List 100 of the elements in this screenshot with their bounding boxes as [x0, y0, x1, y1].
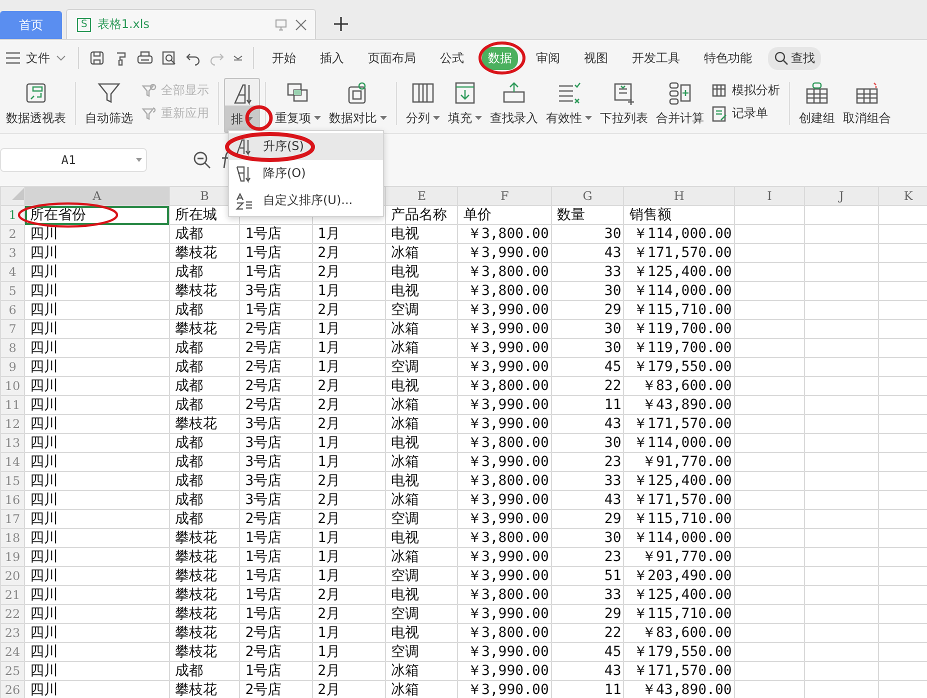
ribbon-button[interactable]: 查找录入 — [486, 78, 542, 133]
table-cell: ￥3,990.00 — [467, 511, 549, 527]
save-icon[interactable] — [89, 50, 105, 66]
column-header[interactable]: F — [458, 186, 552, 206]
caret-icon — [56, 55, 66, 61]
caret-icon — [246, 117, 253, 122]
table-cell: 22 — [604, 378, 622, 394]
row-number[interactable]: 22 — [0, 604, 25, 624]
table-cell: ￥114,000.00 — [634, 530, 732, 546]
table-cell: 四川 — [30, 549, 58, 565]
row-number[interactable]: 7 — [0, 320, 25, 338]
ribbon-button[interactable]: 自动筛选 — [81, 78, 137, 133]
column-header[interactable]: H — [624, 186, 734, 206]
row-number[interactable]: 19 — [0, 548, 25, 566]
table-cell: ￥3,990.00 — [467, 644, 549, 660]
column-header[interactable]: J — [804, 186, 878, 206]
function-icon[interactable] — [221, 151, 231, 169]
row-number[interactable]: 16 — [0, 490, 25, 510]
table-cell: ￥3,800.00 — [467, 473, 549, 489]
record-form-icon — [712, 106, 728, 122]
monitor-icon[interactable] — [275, 18, 287, 30]
table-cell: 四川 — [30, 587, 58, 603]
new-tab-icon[interactable] — [334, 17, 348, 31]
row-number[interactable]: 9 — [0, 358, 25, 376]
ribbon-tab[interactable]: 特色功能 — [698, 46, 758, 70]
close-icon[interactable] — [295, 18, 307, 30]
ribbon-button[interactable]: 下拉列表 — [596, 78, 652, 133]
table-cell: 1号店 — [245, 663, 282, 679]
ribbon-button[interactable]: 创建组 — [795, 78, 839, 133]
table-cell: 四川 — [30, 245, 58, 261]
table-cell: 成都 — [174, 340, 203, 356]
table-cell: 成都 — [174, 359, 203, 375]
column-header[interactable]: I — [734, 186, 805, 206]
ribbon-button[interactable]: 模拟分析 — [712, 82, 780, 99]
ribbon-button[interactable]: 取消组合 — [839, 78, 895, 133]
row-number[interactable]: 23 — [0, 624, 25, 642]
row-number[interactable]: 13 — [0, 434, 25, 452]
table-cell: 43 — [604, 492, 622, 508]
row-number[interactable]: 15 — [0, 472, 25, 490]
ribbon-tab[interactable]: 公式 — [434, 46, 470, 70]
row-number[interactable]: 12 — [0, 414, 25, 434]
row-number[interactable]: 14 — [0, 452, 25, 472]
ribbon-tab[interactable]: 开发工具 — [626, 46, 686, 70]
ribbon-button[interactable]: 记录单 — [712, 105, 780, 122]
row-number[interactable]: 24 — [0, 642, 25, 662]
ribbon-button[interactable]: 填充 — [444, 78, 486, 133]
column-header[interactable]: E — [386, 186, 458, 206]
table-cell: ￥171,570.00 — [634, 492, 732, 508]
row-number[interactable]: 18 — [0, 528, 25, 548]
ribbon-tab[interactable]: 页面布局 — [362, 46, 422, 70]
column-header[interactable]: G — [551, 186, 624, 206]
home-tab[interactable]: 首页 — [0, 11, 62, 39]
row-number[interactable]: 3 — [0, 244, 25, 262]
menu-icon — [6, 52, 20, 64]
row-number[interactable]: 10 — [0, 376, 25, 396]
table-cell: 2月 — [318, 492, 340, 508]
row-number[interactable]: 8 — [0, 338, 25, 358]
row-number[interactable]: 20 — [0, 566, 25, 586]
print-preview-icon[interactable] — [161, 50, 177, 66]
row-number[interactable]: 5 — [0, 282, 25, 300]
table-cell: 四川 — [30, 682, 58, 698]
name-box[interactable]: A1 — [0, 148, 147, 172]
ribbon-button[interactable]: 分列 — [402, 78, 444, 133]
ribbon-button[interactable]: 有效性 — [542, 78, 596, 133]
table-cell: 四川 — [30, 340, 58, 356]
table-cell: 2月 — [318, 606, 340, 622]
ribbon-button[interactable]: 合并计算 — [652, 78, 708, 133]
row-number[interactable]: 25 — [0, 662, 25, 680]
column-header[interactable]: K — [878, 186, 927, 206]
print-icon[interactable] — [137, 50, 153, 66]
ribbon-button[interactable]: 重复项 — [271, 78, 325, 133]
document-tab[interactable]: S 表格1.xls — [66, 9, 316, 39]
ribbon-tab[interactable]: 开始 — [266, 46, 302, 70]
search-button[interactable]: 查找 — [768, 46, 821, 70]
row-number[interactable]: 2 — [0, 224, 25, 244]
zoom-out-icon[interactable] — [193, 151, 211, 169]
ribbon-tab[interactable]: 审阅 — [530, 46, 566, 70]
row-number[interactable]: 4 — [0, 262, 25, 282]
menu-item[interactable]: 降序(O) — [229, 160, 383, 187]
table-cell: 2月 — [318, 397, 340, 413]
table-cell: 冰箱 — [391, 416, 420, 432]
table-cell: 1月 — [318, 435, 340, 451]
table-cell: 3号店 — [245, 416, 282, 432]
ribbon-tab[interactable]: 数据 — [482, 46, 518, 70]
ribbon-tab[interactable]: 插入 — [314, 46, 350, 70]
row-number[interactable]: 26 — [0, 680, 25, 698]
file-menu[interactable]: 文件 — [6, 50, 72, 66]
column-header[interactable]: A — [24, 186, 170, 206]
ribbon-tab[interactable]: 视图 — [578, 46, 614, 70]
row-number[interactable]: 21 — [0, 586, 25, 604]
table-cell: 攀枝花 — [174, 644, 217, 660]
caret-icon — [314, 116, 321, 121]
validation-icon — [556, 80, 582, 106]
ribbon-button[interactable]: 数据透视表 — [2, 78, 70, 133]
table-cell: 2月 — [318, 302, 340, 318]
more-icon[interactable] — [233, 53, 243, 63]
ribbon-button[interactable]: 数据对比 — [325, 78, 391, 133]
row-number[interactable]: 17 — [0, 510, 25, 528]
row-number[interactable]: 11 — [0, 396, 25, 414]
row-number[interactable]: 6 — [0, 300, 25, 320]
